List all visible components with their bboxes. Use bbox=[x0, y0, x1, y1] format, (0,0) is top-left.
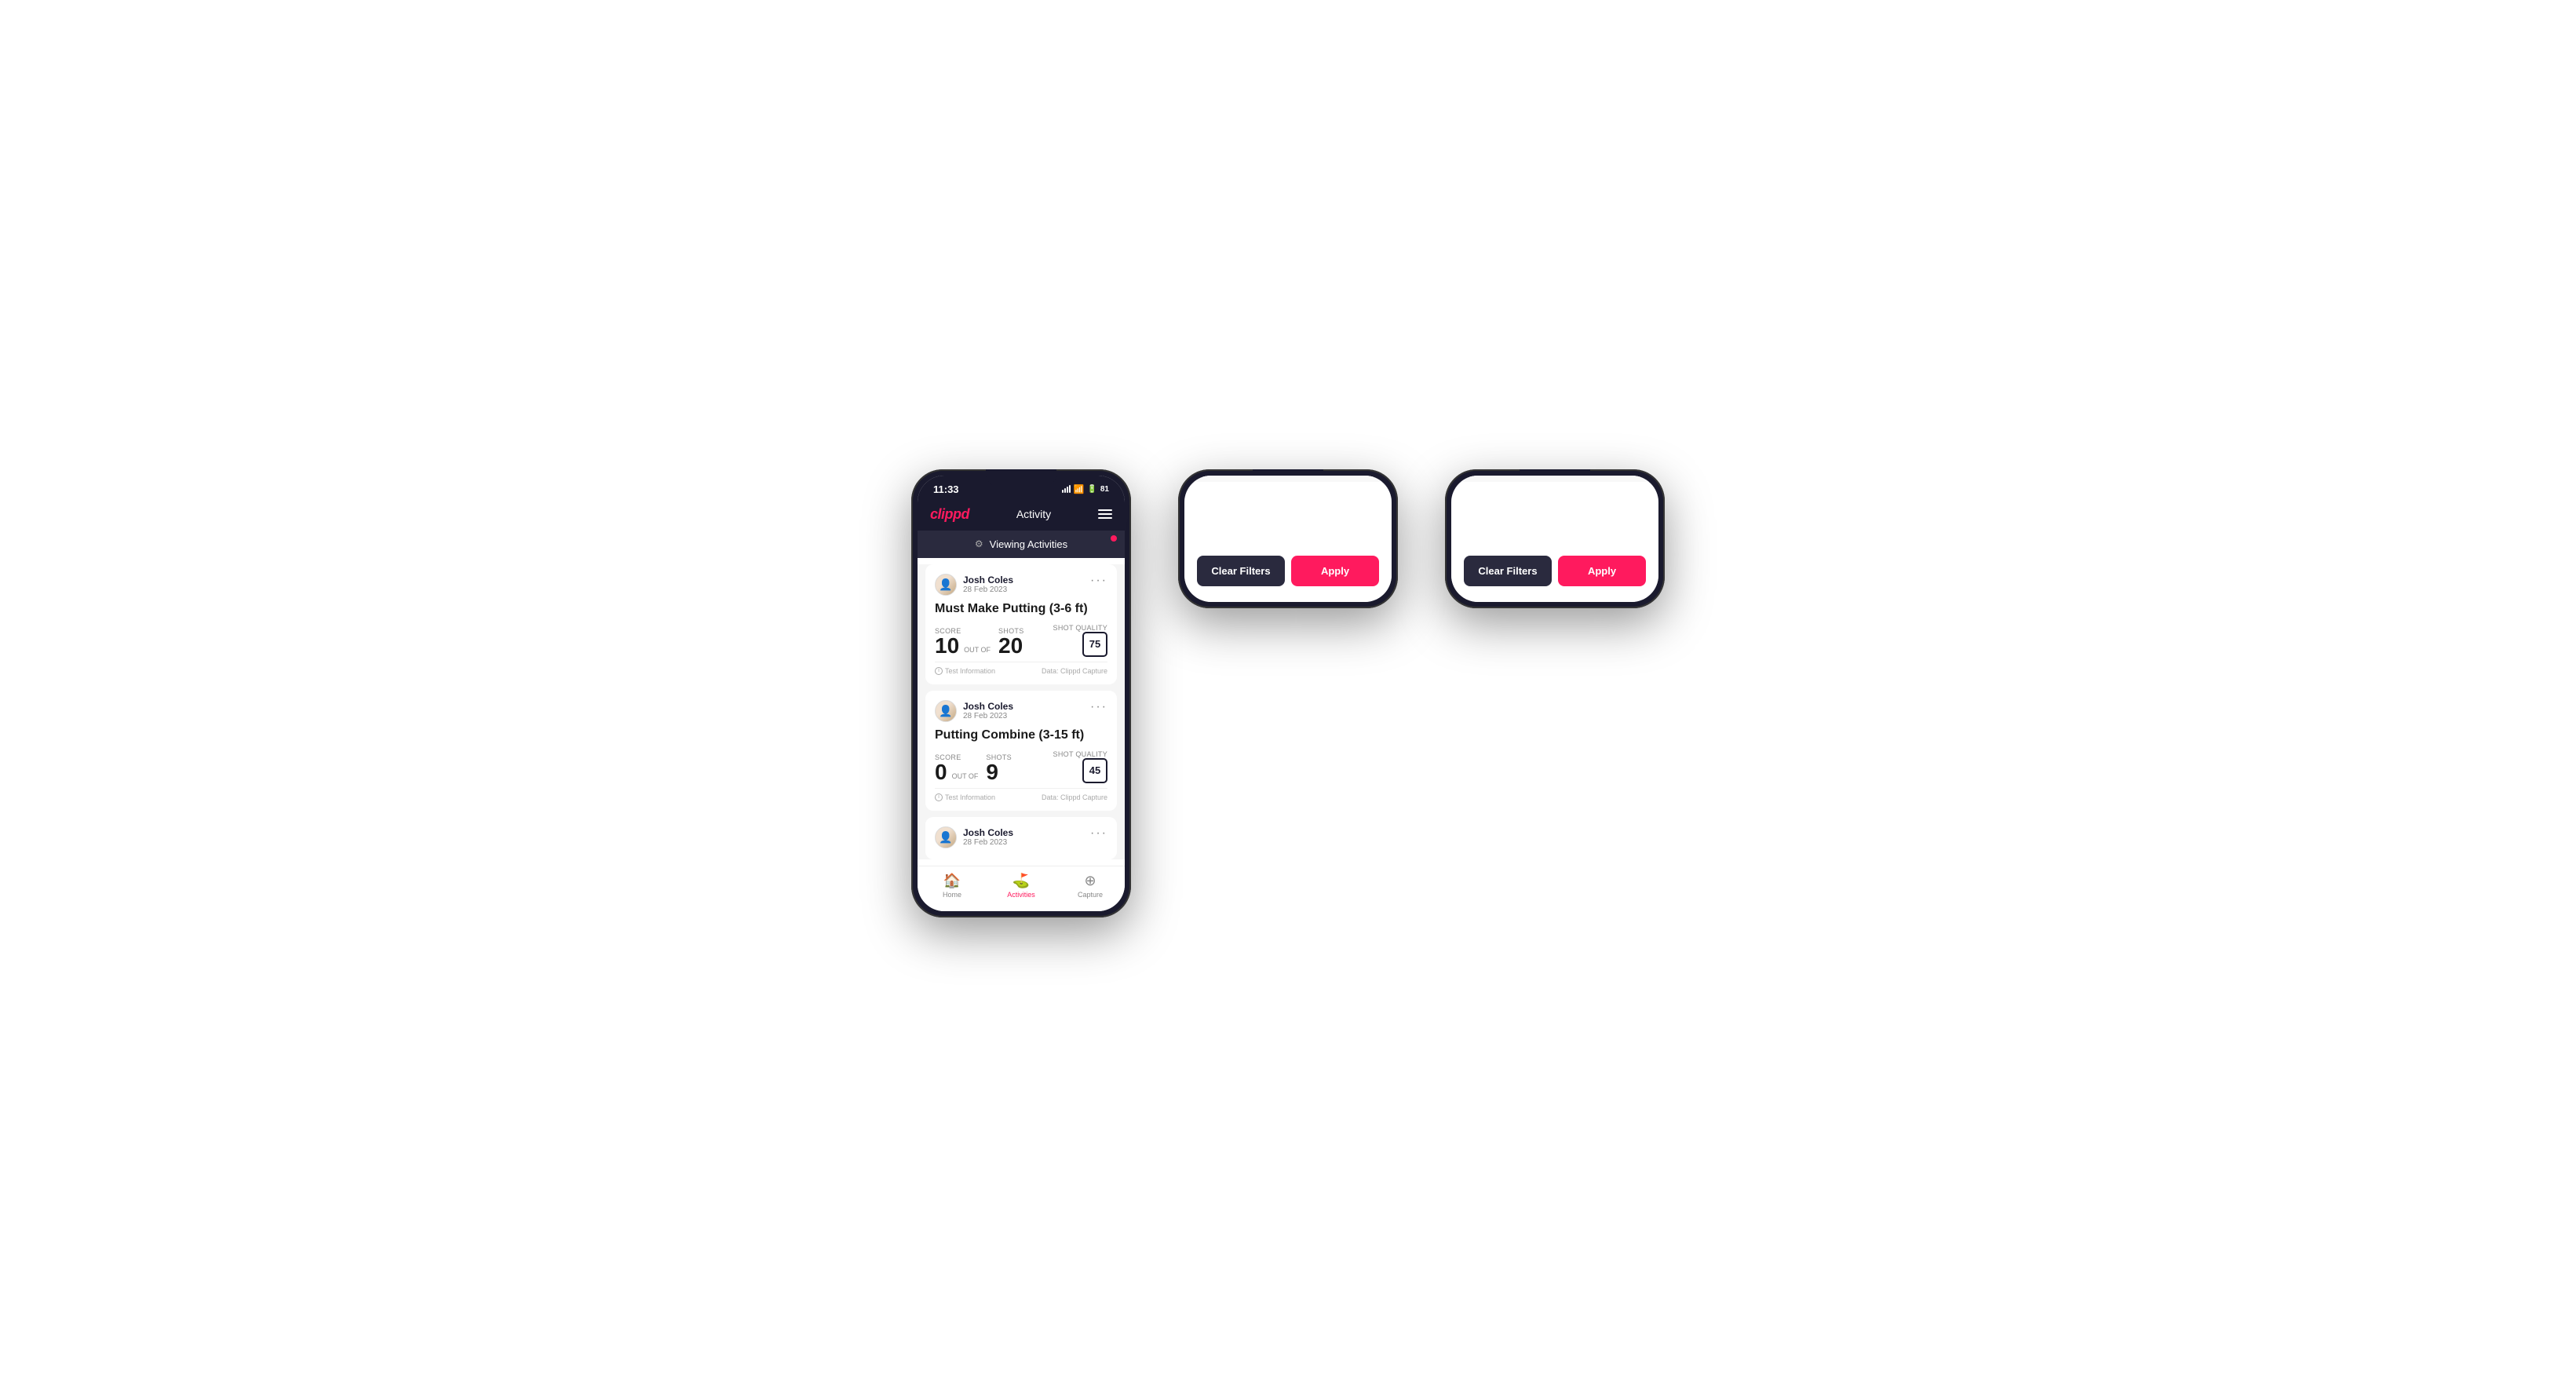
battery-icon: 🔋 bbox=[1087, 485, 1096, 494]
wifi-icon: 📶 bbox=[1074, 484, 1085, 494]
nav-capture-1[interactable]: ⊕ Capture bbox=[1056, 873, 1125, 899]
nav-home-1[interactable]: 🏠 Home bbox=[918, 873, 987, 899]
capture-label-1: Capture bbox=[1078, 891, 1103, 899]
bottom-nav-1: 🏠 Home ⛳ Activities ⊕ Capture bbox=[918, 866, 1125, 911]
filter-body-3: Show Rounds Practice Drills Practice Dri… bbox=[1451, 476, 1658, 482]
notch bbox=[986, 469, 1056, 487]
shot-quality-2: 45 bbox=[1082, 758, 1107, 783]
avatar-2 bbox=[935, 700, 957, 722]
phone-screen-2: 11:33 📶 🔋 81 clippd Activity bbox=[1184, 476, 1392, 602]
filter-modal-3: Filter ✕ Show Rounds Practice Drills Pra… bbox=[1451, 476, 1658, 602]
card-title-1: Must Make Putting (3-6 ft) bbox=[935, 602, 1107, 616]
apply-btn-3[interactable]: Apply bbox=[1558, 556, 1646, 586]
capture-icon: ⊕ bbox=[1084, 873, 1096, 889]
shots-value-2: 9 bbox=[986, 761, 1012, 783]
status-time-1: 11:33 bbox=[933, 483, 959, 495]
phones-container: 11:33 📶 🔋 81 clippd Activity bbox=[911, 469, 1665, 917]
home-label-1: Home bbox=[943, 891, 961, 899]
user-name-1: Josh Coles bbox=[963, 574, 1013, 585]
out-of-1: OUT OF bbox=[964, 646, 991, 654]
sq-label-1: Shot Quality bbox=[1053, 624, 1107, 632]
phone-screen-1: 11:33 📶 🔋 81 clippd Activity bbox=[918, 476, 1125, 911]
info-text-2: Test Information bbox=[945, 793, 995, 801]
info-icon-2: i bbox=[935, 793, 943, 801]
score-value-2: 0 bbox=[935, 761, 947, 783]
filter-icon-1: ⚙ bbox=[975, 538, 983, 549]
phone-screen-3: 11:33 📶 🔋 81 clippd Activity bbox=[1451, 476, 1658, 602]
activity-content-1: Josh Coles 28 Feb 2023 ··· Must Make Put… bbox=[918, 564, 1125, 859]
avatar-3 bbox=[935, 826, 957, 848]
menu-button-1[interactable] bbox=[1098, 509, 1112, 519]
header-title-1: Activity bbox=[1016, 508, 1051, 520]
more-options-1[interactable]: ··· bbox=[1090, 574, 1107, 588]
sq-label-2: Shot Quality bbox=[1053, 750, 1107, 758]
score-value-1: 10 bbox=[935, 635, 959, 657]
data-text-2: Data: Clippd Capture bbox=[1042, 793, 1107, 801]
battery-pct-1: 81 bbox=[1100, 485, 1109, 494]
activities-label-1: Activities bbox=[1007, 891, 1035, 899]
signal-icon bbox=[1062, 485, 1071, 493]
phone-2: 11:33 📶 🔋 81 clippd Activity bbox=[1178, 469, 1398, 608]
info-icon-1: i bbox=[935, 667, 943, 675]
out-of-2: OUT OF bbox=[952, 772, 979, 780]
activity-card-3: Josh Coles 28 Feb 2023 ··· bbox=[925, 817, 1117, 859]
clear-filters-btn-2[interactable]: Clear Filters bbox=[1197, 556, 1285, 586]
viewing-activities-bar-1[interactable]: ⚙ Viewing Activities bbox=[918, 531, 1125, 558]
user-date-1: 28 Feb 2023 bbox=[963, 585, 1013, 594]
filter-body-2: Show Rounds Practice Drills Rounds Pract… bbox=[1184, 476, 1392, 482]
app-header-1: clippd Activity bbox=[918, 500, 1125, 531]
apply-btn-2[interactable]: Apply bbox=[1291, 556, 1379, 586]
status-icons-1: 📶 🔋 81 bbox=[1062, 484, 1109, 494]
filter-footer-2: Clear Filters Apply bbox=[1184, 545, 1392, 602]
activity-card-1[interactable]: Josh Coles 28 Feb 2023 ··· Must Make Put… bbox=[925, 564, 1117, 684]
user-date-3: 28 Feb 2023 bbox=[963, 838, 1013, 847]
phone-1: 11:33 📶 🔋 81 clippd Activity bbox=[911, 469, 1131, 917]
red-dot-1 bbox=[1111, 535, 1117, 542]
activity-card-2[interactable]: Josh Coles 28 Feb 2023 ··· Putting Combi… bbox=[925, 691, 1117, 811]
info-text-1: Test Information bbox=[945, 667, 995, 675]
filter-modal-2: Filter ✕ Show Rounds Practice Drills Rou… bbox=[1184, 476, 1392, 602]
logo-1: clippd bbox=[930, 506, 969, 523]
user-name-2: Josh Coles bbox=[963, 701, 1013, 712]
data-text-1: Data: Clippd Capture bbox=[1042, 667, 1107, 675]
activities-icon: ⛳ bbox=[1013, 873, 1030, 889]
more-options-2[interactable]: ··· bbox=[1090, 700, 1107, 714]
nav-activities-1[interactable]: ⛳ Activities bbox=[987, 873, 1056, 899]
viewing-bar-text-1: Viewing Activities bbox=[990, 538, 1067, 550]
shots-value-1: 20 bbox=[998, 635, 1024, 657]
filter-footer-3: Clear Filters Apply bbox=[1451, 545, 1658, 602]
user-date-2: 28 Feb 2023 bbox=[963, 712, 1013, 720]
clear-filters-btn-3[interactable]: Clear Filters bbox=[1464, 556, 1552, 586]
card-title-2: Putting Combine (3-15 ft) bbox=[935, 728, 1107, 742]
avatar-1 bbox=[935, 574, 957, 596]
phone-3: 11:33 📶 🔋 81 clippd Activity bbox=[1445, 469, 1665, 608]
home-icon: 🏠 bbox=[943, 873, 961, 889]
shot-quality-1: 75 bbox=[1082, 632, 1107, 657]
user-name-3: Josh Coles bbox=[963, 827, 1013, 838]
more-options-3[interactable]: ··· bbox=[1090, 826, 1107, 841]
